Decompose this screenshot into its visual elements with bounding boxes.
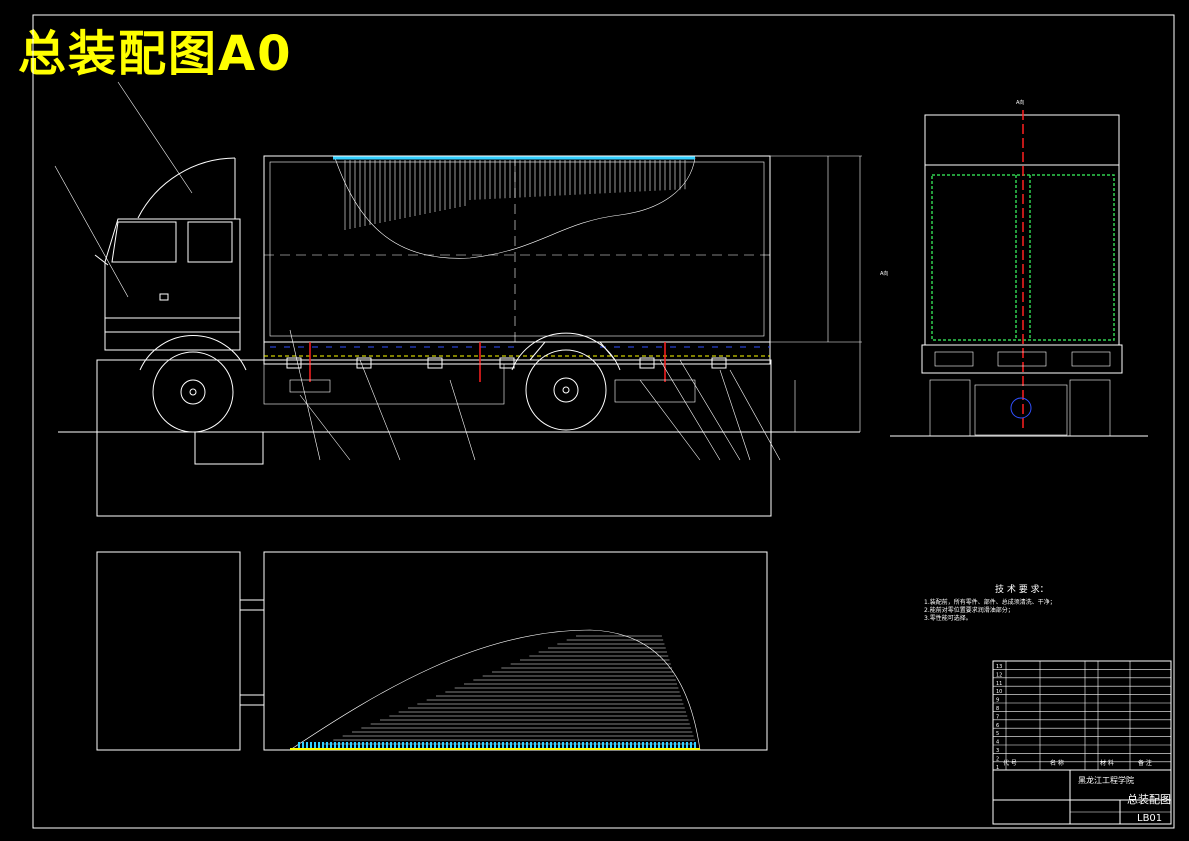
tb-row-number: 9 (996, 698, 999, 704)
tech-req-heading: 技 术 要 求： (995, 583, 1049, 595)
tb-header-code: 代 号 (1003, 759, 1017, 767)
tb-company: 黑龙江工程学院 (1078, 775, 1134, 785)
tech-req-item: 3.零性能可选择。 (924, 614, 972, 622)
top-view (96, 551, 768, 751)
tb-row-number: 11 (996, 681, 1002, 687)
side-view-label: A向 (880, 270, 888, 277)
tb-header-material: 材 料 (1100, 759, 1114, 767)
tb-drawing-number: LB01 (1137, 813, 1162, 824)
tb-header-name: 名 称 (1050, 759, 1064, 767)
cad-drawing: A向 A向 13121110987654321 代 号 名 称 材 料 备 注 … (32, 14, 1175, 829)
tb-row-number: 6 (996, 723, 999, 729)
tech-req-item: 1.装配前，所有零件、部件、总成须清洗、干净； (924, 598, 1056, 606)
drawing-border (32, 14, 1175, 829)
tb-row-number: 8 (996, 706, 999, 712)
tech-req-item: 2.能前对零位置要求润滑油部分； (924, 606, 1014, 614)
drawing-canvas: 总装配图A0 A向 A向 13 12 11 10 9 8 7 6 5 4 3 2… (0, 0, 1189, 841)
tb-drawing-name: 总装配图 (1127, 792, 1171, 806)
end-view-label: A向 (1016, 99, 1024, 106)
tb-row-number: 3 (996, 748, 999, 754)
rear-wheel (511, 332, 621, 431)
tb-row-number: 4 (996, 740, 999, 746)
side-view (54, 81, 862, 517)
cargo-box (263, 155, 771, 343)
tb-row-number: 13 (996, 664, 1002, 670)
tb-header-remarks: 备 注 (1138, 759, 1152, 767)
truck-cab (104, 218, 241, 351)
end-view (890, 110, 1148, 437)
cargo-section (333, 157, 696, 259)
